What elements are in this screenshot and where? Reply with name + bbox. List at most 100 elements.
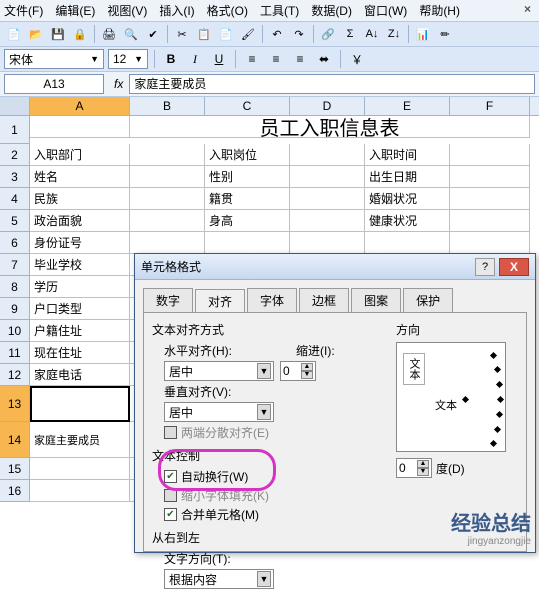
degree-spinner[interactable]: 0 ▲▼ <box>396 458 432 478</box>
cell[interactable] <box>130 188 205 210</box>
row-header[interactable]: 2 <box>0 144 30 166</box>
cell[interactable]: 身份证号 <box>30 232 130 254</box>
row-header[interactable]: 10 <box>0 320 30 342</box>
tab-pattern[interactable]: 图案 <box>351 288 401 312</box>
spin-down-icon[interactable]: ▼ <box>417 468 429 476</box>
chart-icon[interactable]: 📊 <box>413 24 433 44</box>
cell[interactable]: 入职部门 <box>30 144 130 166</box>
text-direction-combo[interactable]: 根据内容 ▼ <box>164 569 274 589</box>
row-header[interactable]: 8 <box>0 276 30 298</box>
tab-number[interactable]: 数字 <box>143 288 193 312</box>
menu-file[interactable]: 文件(F) <box>4 2 43 19</box>
format-painter-icon[interactable]: 🖌 <box>238 24 258 44</box>
cell[interactable] <box>130 210 205 232</box>
link-icon[interactable]: 🔗 <box>318 24 338 44</box>
tab-alignment[interactable]: 对齐 <box>195 289 245 313</box>
select-all-corner[interactable] <box>0 97 30 115</box>
row-header[interactable]: 4 <box>0 188 30 210</box>
cell[interactable]: 民族 <box>30 188 130 210</box>
cell[interactable] <box>30 116 130 138</box>
preview-icon[interactable]: 🔍 <box>121 24 141 44</box>
chevron-down-icon[interactable]: ▼ <box>257 363 271 379</box>
align-left-icon[interactable]: ≡ <box>242 49 262 69</box>
sum-icon[interactable]: Σ <box>340 24 360 44</box>
close-icon[interactable]: × <box>520 2 535 19</box>
wrap-text-checkbox[interactable]: ✔ <box>164 470 177 483</box>
menu-window[interactable]: 窗口(W) <box>364 2 407 19</box>
print-icon[interactable]: 🖨 <box>99 24 119 44</box>
cell[interactable] <box>290 232 365 254</box>
chevron-down-icon[interactable]: ▼ <box>257 571 271 587</box>
dialog-titlebar[interactable]: 单元格格式 ? X <box>135 254 535 280</box>
row-header[interactable]: 1 <box>0 116 30 144</box>
cell[interactable]: 现在住址 <box>30 342 130 364</box>
cell[interactable] <box>130 232 205 254</box>
tab-protection[interactable]: 保护 <box>403 288 453 312</box>
column-header-a[interactable]: A <box>30 97 130 115</box>
font-name-combo[interactable]: 宋体 ▼ <box>4 49 104 69</box>
cell[interactable]: 户口类型 <box>30 298 130 320</box>
currency-icon[interactable]: ￥ <box>347 49 367 69</box>
cell[interactable]: 入职岗位 <box>205 144 290 166</box>
cell[interactable] <box>365 232 450 254</box>
cell[interactable] <box>290 144 365 166</box>
align-center-icon[interactable]: ≡ <box>266 49 286 69</box>
cell[interactable]: 性别 <box>205 166 290 188</box>
orientation-dial[interactable]: 文本 <box>433 349 501 447</box>
title-cell[interactable]: 员工入职信息表 <box>130 116 530 138</box>
cell[interactable]: 婚姻状况 <box>365 188 450 210</box>
paste-icon[interactable]: 📄 <box>216 24 236 44</box>
justify-distributed-checkbox[interactable] <box>164 426 177 439</box>
italic-button[interactable]: I <box>185 49 205 69</box>
underline-button[interactable]: U <box>209 49 229 69</box>
row-header[interactable]: 5 <box>0 210 30 232</box>
row-header[interactable]: 14 <box>0 422 30 458</box>
menu-format[interactable]: 格式(O) <box>207 2 248 19</box>
sort-desc-icon[interactable]: Z↓ <box>384 24 404 44</box>
column-header-e[interactable]: E <box>365 97 450 115</box>
vert-align-combo[interactable]: 居中 ▼ <box>164 402 274 422</box>
spin-up-icon[interactable]: ▲ <box>417 460 429 468</box>
menu-edit[interactable]: 编辑(E) <box>55 2 95 19</box>
permission-icon[interactable]: 🔒 <box>70 24 90 44</box>
undo-icon[interactable]: ↶ <box>267 24 287 44</box>
cell[interactable] <box>205 232 290 254</box>
align-right-icon[interactable]: ≡ <box>290 49 310 69</box>
horiz-align-combo[interactable]: 居中 ▼ <box>164 361 274 381</box>
cell[interactable]: 入职时间 <box>365 144 450 166</box>
menu-insert[interactable]: 插入(I) <box>159 2 194 19</box>
chevron-down-icon[interactable]: ▼ <box>134 54 143 64</box>
cell[interactable]: 姓名 <box>30 166 130 188</box>
cell[interactable]: 毕业学校 <box>30 254 130 276</box>
fx-icon[interactable]: fx <box>108 77 129 91</box>
cell[interactable] <box>450 188 530 210</box>
font-size-combo[interactable]: 12 ▼ <box>108 49 148 69</box>
close-button[interactable]: X <box>499 258 529 276</box>
chevron-down-icon[interactable]: ▼ <box>257 404 271 420</box>
cell[interactable]: 家庭电话 <box>30 364 130 386</box>
cell[interactable] <box>290 166 365 188</box>
tab-font[interactable]: 字体 <box>247 288 297 312</box>
column-header-d[interactable]: D <box>290 97 365 115</box>
new-icon[interactable]: 📄 <box>4 24 24 44</box>
merge-center-icon[interactable]: ⬌ <box>314 49 334 69</box>
cell[interactable]: 身高 <box>205 210 290 232</box>
cell[interactable] <box>290 188 365 210</box>
cell[interactable]: 健康状况 <box>365 210 450 232</box>
spell-icon[interactable]: ✔ <box>143 24 163 44</box>
spin-up-icon[interactable]: ▲ <box>301 363 313 371</box>
sort-asc-icon[interactable]: A↓ <box>362 24 382 44</box>
cell[interactable]: 户籍住址 <box>30 320 130 342</box>
cell[interactable] <box>30 480 130 502</box>
formula-bar[interactable]: 家庭主要成员 <box>129 74 535 94</box>
bold-button[interactable]: B <box>161 49 181 69</box>
redo-icon[interactable]: ↷ <box>289 24 309 44</box>
help-button[interactable]: ? <box>475 258 495 276</box>
menu-tools[interactable]: 工具(T) <box>260 2 299 19</box>
cell[interactable]: 学历 <box>30 276 130 298</box>
row-header[interactable]: 13 <box>0 386 30 422</box>
row-header[interactable]: 3 <box>0 166 30 188</box>
column-header-f[interactable]: F <box>450 97 530 115</box>
column-header-b[interactable]: B <box>130 97 205 115</box>
spin-down-icon[interactable]: ▼ <box>301 371 313 379</box>
